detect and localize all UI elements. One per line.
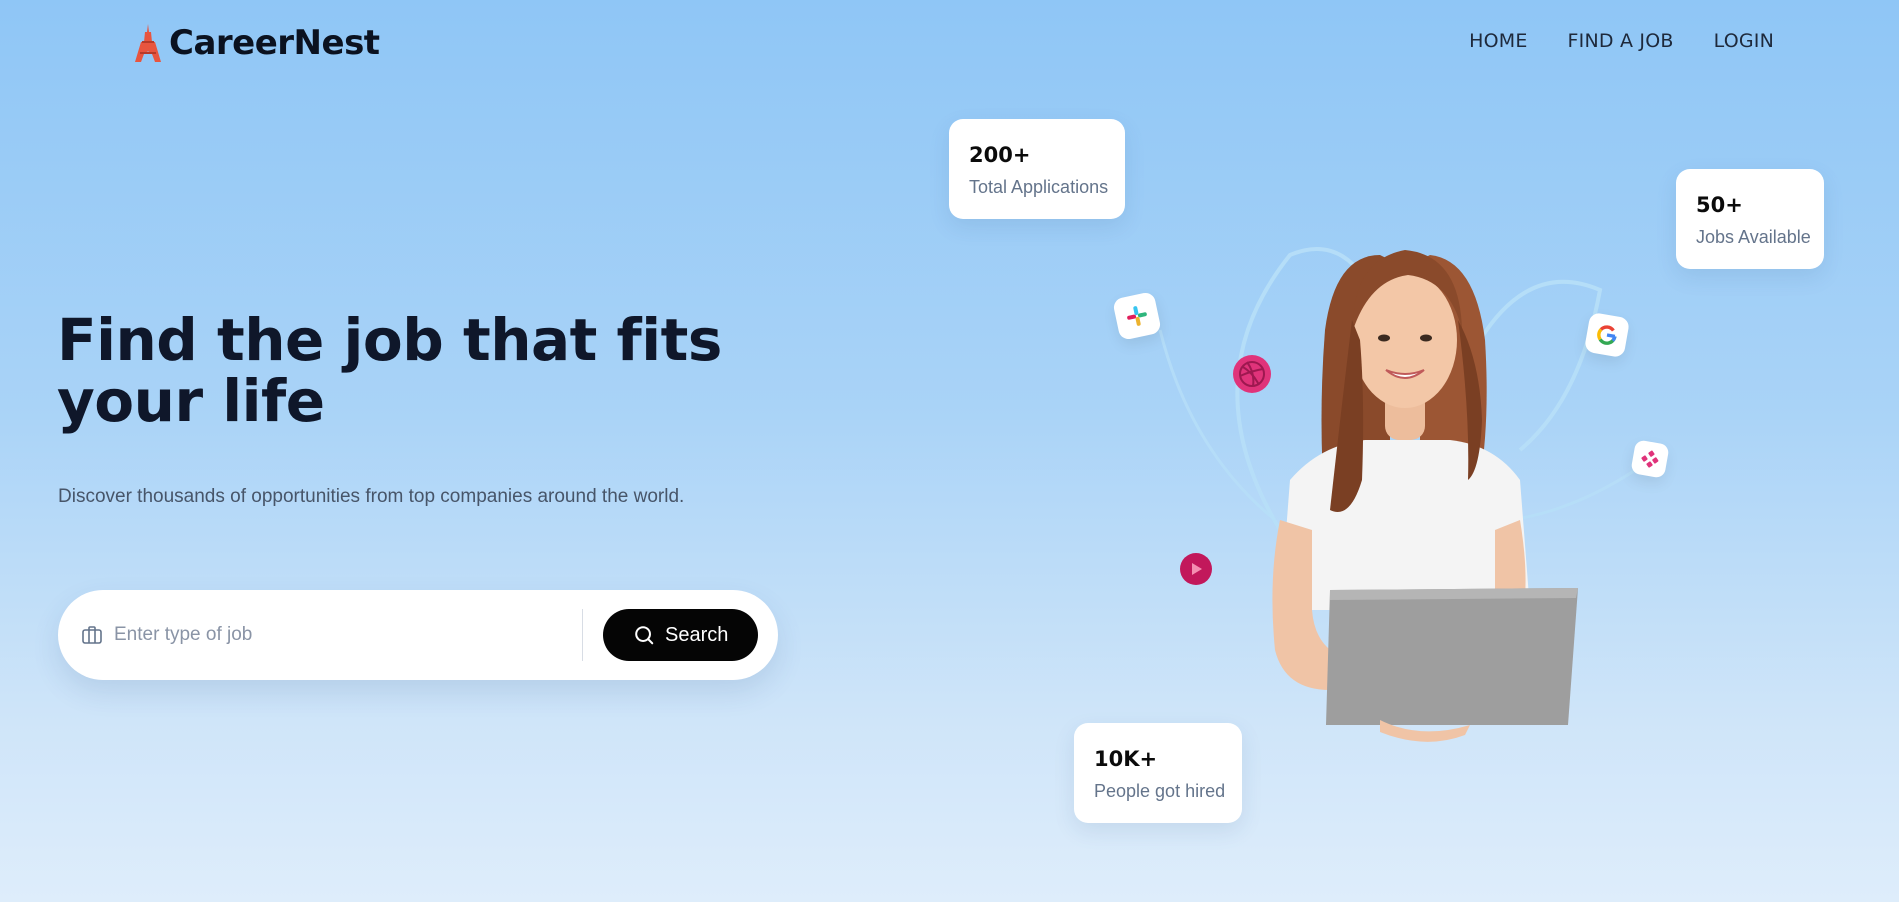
search-divider bbox=[582, 609, 583, 661]
stat-label: People got hired bbox=[1094, 781, 1226, 801]
job-type-input[interactable] bbox=[114, 624, 574, 646]
eiffel-tower-icon bbox=[135, 24, 161, 62]
search-icon bbox=[635, 626, 654, 645]
job-search-bar: Search bbox=[58, 590, 778, 680]
stat-value: 10K+ bbox=[1094, 747, 1158, 771]
nav-find-job-link[interactable]: FIND A JOB bbox=[1568, 30, 1674, 52]
stat-card-hired: 10K+ People got hired bbox=[1074, 723, 1242, 823]
search-button-label: Search bbox=[665, 623, 729, 646]
play-icon bbox=[1180, 553, 1212, 585]
stat-value: 50+ bbox=[1696, 193, 1743, 217]
slack-icon bbox=[1112, 291, 1162, 341]
dribbble-icon bbox=[1233, 355, 1271, 393]
stat-label: Total Applications bbox=[969, 177, 1109, 197]
nav-login-link[interactable]: LOGIN bbox=[1714, 30, 1774, 52]
hero-illustration bbox=[1158, 247, 1651, 742]
search-button[interactable]: Search bbox=[603, 609, 759, 661]
stat-card-applications: 200+ Total Applications bbox=[949, 119, 1125, 219]
stat-card-jobs: 50+ Jobs Available bbox=[1676, 169, 1824, 269]
hero-title: Find the job that fits your life bbox=[57, 306, 722, 435]
stat-label: Jobs Available bbox=[1696, 227, 1811, 247]
stat-value: 200+ bbox=[969, 143, 1031, 167]
nav-home-link[interactable]: HOME bbox=[1469, 30, 1527, 52]
dots-app-icon bbox=[1630, 439, 1670, 479]
hero-subtitle: Discover thousands of opportunities from… bbox=[58, 486, 685, 507]
brand-logo[interactable]: CareerNest bbox=[133, 22, 380, 64]
briefcase-icon bbox=[82, 626, 102, 644]
google-icon bbox=[1583, 311, 1631, 359]
brand-name: CareerNest bbox=[169, 23, 380, 63]
main-nav: HOME FIND A JOB LOGIN bbox=[1469, 30, 1774, 52]
